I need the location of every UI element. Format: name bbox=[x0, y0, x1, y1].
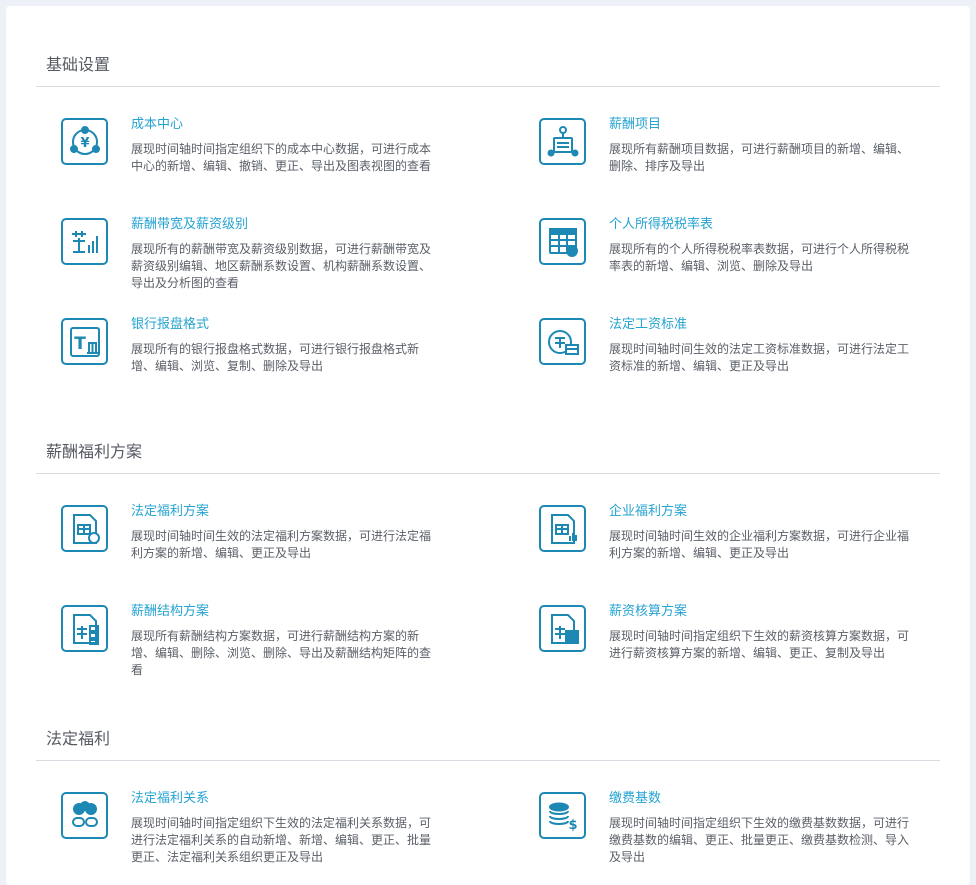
tax-table-icon bbox=[539, 218, 586, 265]
card-title[interactable]: 薪资核算方案 bbox=[609, 603, 687, 621]
section-title-statutory-benefit: 法定福利 bbox=[46, 729, 111, 748]
card-description: 展现时间轴时间指定组织下生效的法定福利关系数据，可进行法定福利关系的自动新增、新… bbox=[131, 816, 432, 864]
svg-text:¥: ¥ bbox=[80, 136, 89, 151]
card-title[interactable]: 法定工资标准 bbox=[609, 316, 687, 334]
cost-center-icon: ¥ bbox=[61, 118, 108, 165]
card-description: 展现时间轴时间指定组织下生效的薪资核算方案数据，可进行薪资核算方案的新增、编辑、… bbox=[609, 629, 910, 660]
card-title[interactable]: 企业福利方案 bbox=[609, 503, 687, 521]
card-description: 展现所有薪酬结构方案数据，可进行薪酬结构方案的新增、编辑、删除、浏览、删除、导出… bbox=[131, 629, 432, 677]
main-panel: 基础设置 ¥ 成本中心 展现时间轴时间指定组织下的成本中心数据，可进行成本中心的… bbox=[6, 6, 970, 885]
section-divider bbox=[36, 86, 940, 87]
card-description: 展现时间轴时间生效的法定工资标准数据，可进行法定工资标准的新增、编辑、更正及导出 bbox=[609, 342, 910, 373]
card-description: 展现所有薪酬项目数据，可进行薪酬项目的新增、编辑、删除、排序及导出 bbox=[609, 142, 910, 173]
card-title[interactable]: 薪酬项目 bbox=[609, 116, 661, 134]
card-description: 展现时间轴时间指定组织下生效的缴费基数数据，可进行缴费基数的编辑、更正、批量更正… bbox=[609, 816, 910, 864]
benefit-relation-icon bbox=[61, 792, 108, 839]
section-title-basic: 基础设置 bbox=[46, 55, 111, 74]
contribution-base-icon: $ bbox=[539, 792, 586, 839]
card-title[interactable]: 法定福利方案 bbox=[131, 503, 209, 521]
card-title[interactable]: 个人所得税税率表 bbox=[609, 216, 713, 234]
section-divider bbox=[36, 760, 940, 761]
svg-text:$: $ bbox=[568, 818, 577, 833]
salary-item-icon bbox=[539, 118, 586, 165]
card-description: 展现所有的个人所得税税率表数据，可进行个人所得税税率表的新增、编辑、浏览、删除及… bbox=[609, 242, 910, 273]
bank-format-icon: T bbox=[61, 318, 108, 365]
statutory-benefit-plan-icon bbox=[61, 505, 108, 552]
card-title[interactable]: 缴费基数 bbox=[609, 790, 661, 808]
section-title-benefit-plan: 薪酬福利方案 bbox=[46, 442, 143, 461]
payroll-calc-icon bbox=[539, 605, 586, 652]
card-title[interactable]: 薪酬带宽及薪资级别 bbox=[131, 216, 248, 234]
card-description: 展现所有的银行报盘格式数据，可进行银行报盘格式新增、编辑、浏览、复制、删除及导出 bbox=[131, 342, 420, 373]
salary-structure-icon bbox=[61, 605, 108, 652]
enterprise-benefit-plan-icon bbox=[539, 505, 586, 552]
card-description: 展现时间轴时间指定组织下的成本中心数据，可进行成本中心的新增、编辑、撤销、更正、… bbox=[131, 142, 432, 173]
card-description: 展现时间轴时间生效的企业福利方案数据，可进行企业福利方案的新增、编辑、更正及导出 bbox=[609, 529, 910, 560]
card-title[interactable]: 薪酬结构方案 bbox=[131, 603, 209, 621]
card-title[interactable]: 法定福利关系 bbox=[131, 790, 209, 808]
wage-standard-icon bbox=[539, 318, 586, 365]
card-description: 展现时间轴时间生效的法定福利方案数据，可进行法定福利方案的新增、编辑、更正及导出 bbox=[131, 529, 432, 560]
card-title[interactable]: 成本中心 bbox=[131, 116, 183, 134]
section-divider bbox=[36, 473, 940, 474]
salary-band-icon bbox=[61, 218, 108, 265]
svg-text:T: T bbox=[74, 334, 86, 354]
card-title[interactable]: 银行报盘格式 bbox=[131, 316, 209, 334]
card-description: 展现所有的薪酬带宽及薪资级别数据，可进行薪酬带宽及薪资级别编辑、地区薪酬系数设置… bbox=[131, 242, 432, 290]
